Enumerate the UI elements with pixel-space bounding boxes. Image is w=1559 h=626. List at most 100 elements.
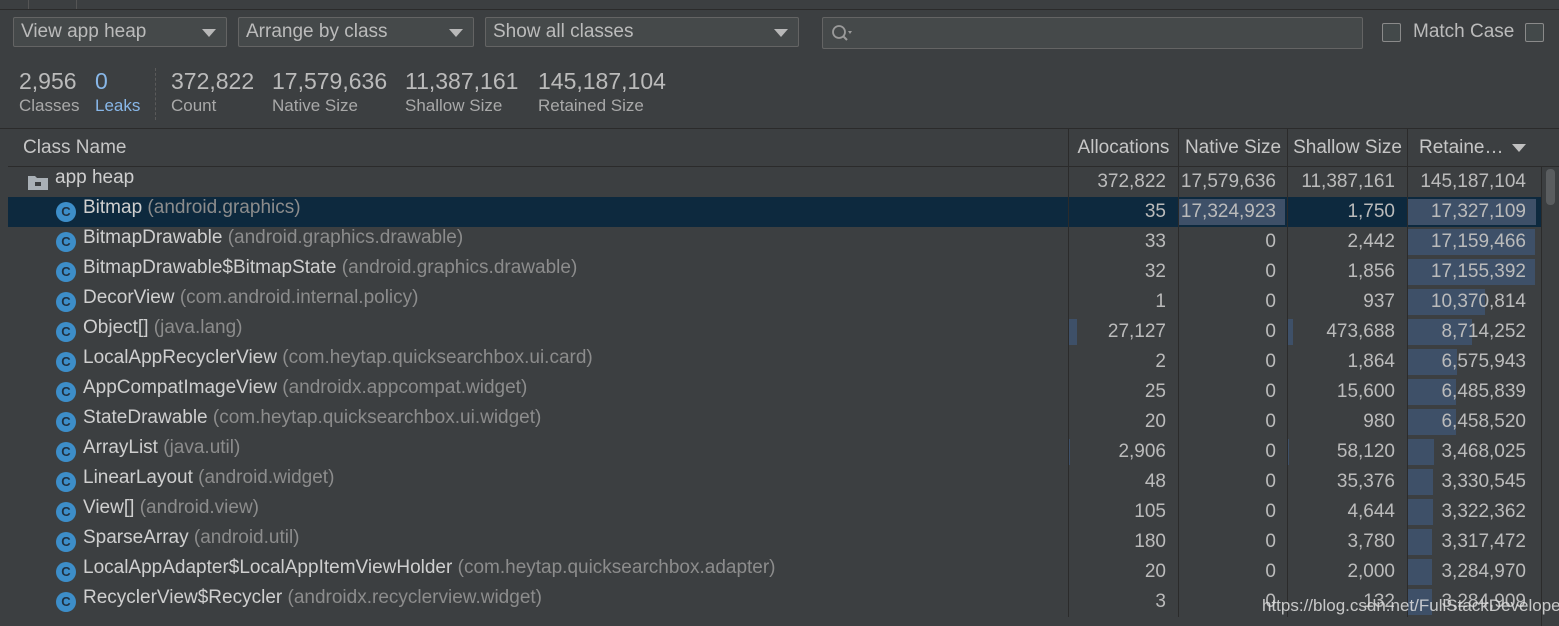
stat-leaks[interactable]: 0 Leaks xyxy=(95,68,140,118)
stat-label: Count xyxy=(171,96,217,115)
cell-native-size: 17,579,636 xyxy=(1180,171,1276,192)
match-case-label: Match Case xyxy=(1413,21,1515,42)
table-row[interactable]: C View[] (android.view) 105 0 4,644 3,322,362 xyxy=(8,497,1542,527)
class-package: (android.widget) xyxy=(198,467,335,488)
table-row[interactable]: C Object[] (java.lang) 27,127 0 473,688 8,714… xyxy=(8,317,1542,347)
class-package: (java.lang) xyxy=(153,317,243,338)
cell-retained-size: 145,187,104 xyxy=(1420,171,1526,192)
table-row[interactable]: C Bitmap (android.graphics) 35 17,324,923 1,… xyxy=(8,197,1542,227)
class-name-cell: SparseArray (android.util) xyxy=(83,527,300,549)
root-label: app heap xyxy=(55,167,135,188)
cell-allocations: 2,906 xyxy=(1118,441,1166,462)
cell-native-size: 0 xyxy=(1265,471,1276,492)
filter-select[interactable]: Show all classes xyxy=(485,17,799,47)
cell-allocations: 20 xyxy=(1144,411,1166,432)
sort-descending-icon xyxy=(1511,143,1526,152)
heap-select[interactable]: View app heap xyxy=(13,17,227,47)
cell-shallow-size: 35,376 xyxy=(1336,471,1395,492)
table-row[interactable]: C BitmapDrawable$BitmapState (android.gra… xyxy=(8,257,1542,287)
cell-native-size: 0 xyxy=(1265,441,1276,462)
class-name-cell: DecorView (com.android.internal.policy) xyxy=(83,287,418,309)
cell-allocations: 180 xyxy=(1134,531,1166,552)
class-name-cell: BitmapDrawable (android.graphics.drawabl… xyxy=(83,227,463,249)
cell-native-size: 0 xyxy=(1265,231,1276,252)
table-row[interactable]: C DecorView (com.android.internal.policy)… xyxy=(8,287,1542,317)
header-retained-size[interactable]: Retaine… xyxy=(1407,129,1542,166)
class-name-cell: Bitmap (android.graphics) xyxy=(83,197,301,219)
chevron-down-icon xyxy=(202,29,216,37)
class-icon: C xyxy=(56,322,76,342)
header-allocations[interactable]: Allocations xyxy=(1068,129,1178,166)
class-package: (android.graphics.drawable) xyxy=(227,227,464,248)
table-row[interactable]: C AppCompatImageView (androidx.appcompat.… xyxy=(8,377,1542,407)
cell-allocations: 1 xyxy=(1155,291,1166,312)
chevron-down-icon xyxy=(774,29,788,37)
table-row[interactable]: C LocalAppAdapter$LocalAppItemViewHolder … xyxy=(8,557,1542,587)
stat-label: Shallow Size xyxy=(405,96,503,115)
class-name: SparseArray xyxy=(83,527,189,548)
cell-shallow-size: 11,387,161 xyxy=(1301,171,1395,192)
class-package: (androidx.recyclerview.widget) xyxy=(287,587,543,608)
class-package: (com.heytap.quicksearchbox.ui.card) xyxy=(282,347,593,368)
search-input[interactable] xyxy=(822,17,1363,49)
table-row[interactable]: C SparseArray (android.util) 180 0 3,780 3,31… xyxy=(8,527,1542,557)
cell-allocations: 20 xyxy=(1144,561,1166,582)
stat-value: 145,187,104 xyxy=(538,68,666,94)
class-icon: C xyxy=(56,532,76,552)
cell-retained-size: 6,575,943 xyxy=(1441,351,1526,372)
cell-native-size: 17,324,923 xyxy=(1180,201,1276,222)
class-name: ArrayList xyxy=(83,437,158,458)
stat-label: Native Size xyxy=(272,96,358,115)
class-name: AppCompatImageView xyxy=(83,377,277,398)
cell-retained-size: 17,159,466 xyxy=(1430,231,1526,252)
class-package: (com.android.internal.policy) xyxy=(179,287,419,308)
cell-shallow-size: 473,688 xyxy=(1326,321,1395,342)
arrange-select[interactable]: Arrange by class xyxy=(238,17,474,47)
cell-shallow-size: 1,750 xyxy=(1347,201,1395,222)
second-option-checkbox[interactable] xyxy=(1525,23,1544,42)
class-package: (com.heytap.quicksearchbox.ui.widget) xyxy=(212,407,542,428)
cell-shallow-size: 1,856 xyxy=(1347,261,1395,282)
vertical-scrollbar[interactable] xyxy=(1541,167,1559,626)
table-row[interactable]: C LinearLayout (android.widget) 48 0 35,376 3… xyxy=(8,467,1542,497)
class-name-cell: ArrayList (java.util) xyxy=(83,437,240,459)
cell-retained-size: 10,370,814 xyxy=(1430,291,1526,312)
stat-retained-size: 145,187,104 Retained Size xyxy=(538,68,666,118)
header-shallow-size[interactable]: Shallow Size xyxy=(1287,129,1407,166)
class-name-cell: StateDrawable (com.heytap.quicksearchbox… xyxy=(83,407,541,429)
table-row[interactable]: C LocalAppRecyclerView (com.heytap.quicks… xyxy=(8,347,1542,377)
class-name-cell: AppCompatImageView (androidx.appcompat.w… xyxy=(83,377,527,399)
class-icon: C xyxy=(56,592,76,612)
stat-value: 17,579,636 xyxy=(272,68,388,94)
class-package: (java.util) xyxy=(163,437,241,458)
class-icon: C xyxy=(56,502,76,522)
cell-retained-size: 8,714,252 xyxy=(1441,321,1526,342)
cell-allocations: 3 xyxy=(1155,591,1166,612)
cell-native-size: 0 xyxy=(1265,261,1276,282)
stat-label: Leaks xyxy=(95,96,141,115)
table-row[interactable]: C ArrayList (java.util) 2,906 0 58,120 3,468,… xyxy=(8,437,1542,467)
table-row-root[interactable]: app heap 372,822 17,579,636 11,387,161 1… xyxy=(8,167,1542,197)
toolbar: View app heap Arrange by class Show all … xyxy=(0,10,1559,56)
cell-native-size: 0 xyxy=(1265,291,1276,312)
table-row[interactable]: C StateDrawable (com.heytap.quicksearchbo… xyxy=(8,407,1542,437)
scrollbar-thumb[interactable] xyxy=(1546,169,1555,205)
cell-retained-size: 3,330,545 xyxy=(1441,471,1526,492)
header-class-name[interactable]: Class Name xyxy=(8,129,1068,166)
class-icon: C xyxy=(56,262,76,282)
arrange-select-value: Arrange by class xyxy=(246,21,388,42)
class-name-cell: LocalAppRecyclerView (com.heytap.quickse… xyxy=(83,347,593,369)
class-icon: C xyxy=(56,352,76,372)
cell-allocations: 105 xyxy=(1134,501,1166,522)
stat-label: Retained Size xyxy=(538,96,644,115)
stat-native-size: 17,579,636 Native Size xyxy=(272,68,387,118)
match-case-checkbox[interactable] xyxy=(1382,23,1401,42)
table-row[interactable]: C BitmapDrawable (android.graphics.drawab… xyxy=(8,227,1542,257)
class-icon: C xyxy=(56,472,76,492)
class-name-cell: Object[] (java.lang) xyxy=(83,317,242,339)
header-native-size[interactable]: Native Size xyxy=(1178,129,1287,166)
class-name: LocalAppAdapter$LocalAppItemViewHolder xyxy=(83,557,453,578)
cell-shallow-size: 980 xyxy=(1363,411,1395,432)
heap-select-value: View app heap xyxy=(21,21,147,42)
class-package: (androidx.appcompat.widget) xyxy=(282,377,528,398)
